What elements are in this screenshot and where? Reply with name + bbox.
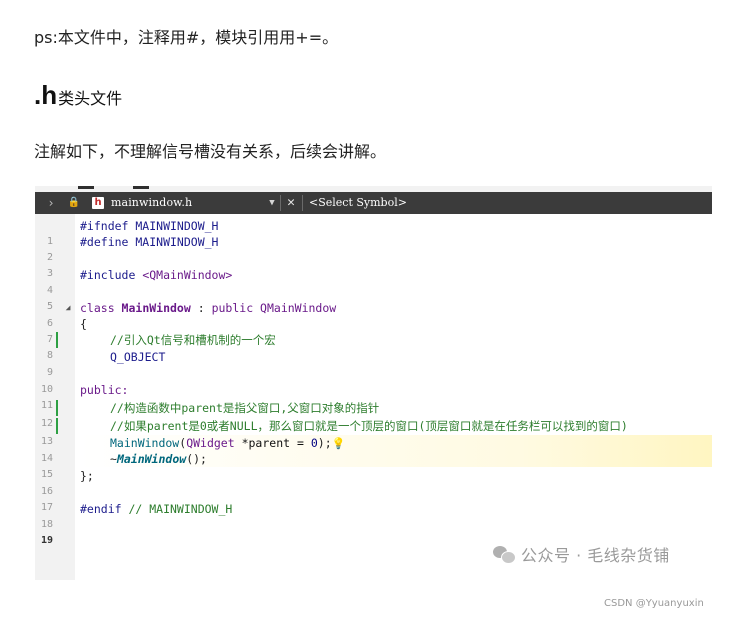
code-line: 19	[35, 517, 712, 546]
class-name: MainWindow	[121, 301, 191, 315]
symbol-select[interactable]: <Select Symbol>	[309, 192, 407, 214]
destructor-name: MainWindow	[116, 452, 187, 466]
code-line: 2 #define MAINWINDOW_H	[35, 234, 712, 263]
fold-toggle-icon[interactable]: ◢	[63, 300, 73, 316]
line-text: #define MAINWINDOW_H	[80, 235, 219, 249]
code-editor[interactable]: 1 #ifndef MAINWINDOW_H 2 #define MAINWIN…	[35, 214, 712, 580]
line-text: public:	[80, 383, 129, 397]
chevron-down-icon[interactable]: ▼	[266, 192, 278, 214]
line-text: MainWindow(QWidget *parent = 0);💡	[80, 435, 345, 452]
line-text: #include <QMainWindow>	[80, 267, 232, 283]
watermark-text: 公众号 · 毛线杂货铺	[521, 546, 670, 565]
code-line: 18 #endif // MAINWINDOW_H	[35, 501, 712, 530]
code-line: 6 ◢ class MainWindow : public QMainWindo…	[35, 300, 712, 329]
punctuation: );	[317, 436, 332, 450]
modified-marker	[56, 400, 58, 416]
line-number: 19	[40, 535, 53, 546]
keyword: public	[211, 301, 261, 315]
code-line: 14 MainWindow(QWidget *parent = 0);💡	[35, 435, 712, 464]
code-line: 15 ~MainWindow();	[35, 451, 712, 480]
toolbar-divider	[280, 195, 281, 211]
code-line: 1 #ifndef MAINWINDOW_H	[35, 218, 712, 247]
keyword: class	[80, 301, 122, 315]
code-line: 13 //如果parent是0或者NULL，那么窗口就是一个顶层的窗口(顶层窗口…	[35, 418, 712, 447]
line-text: //构造函数中parent是指父窗口,父窗口对象的指针	[110, 401, 380, 415]
watermark: 公众号 · 毛线杂货铺	[493, 542, 670, 566]
line-text: ~MainWindow();	[80, 451, 207, 467]
line-text: {	[80, 317, 87, 331]
close-icon[interactable]: ✕	[284, 192, 298, 214]
heading-text: 类头文件	[58, 89, 123, 108]
number-literal: 0	[310, 436, 318, 450]
lightbulb-icon[interactable]: 💡	[332, 437, 346, 450]
include-target: <QMainWindow>	[142, 268, 233, 282]
comment: // MAINWINDOW_H	[121, 502, 233, 516]
line-text: //如果parent是0或者NULL，那么窗口就是一个顶层的窗口(顶层窗口就是在…	[110, 419, 628, 433]
code-line: 9 Q_OBJECT	[35, 349, 712, 378]
note-paragraph: ps:本文件中，注释用#，模块引用用+=。	[34, 28, 339, 47]
code-line: 4 #include <QMainWindow>	[35, 267, 712, 296]
section-heading: .h 类头文件	[34, 82, 122, 109]
param-type: QWidget	[186, 436, 235, 450]
wechat-icon	[493, 545, 516, 564]
chevron-left-icon[interactable]: ›	[45, 192, 57, 214]
tilde: ~	[110, 452, 117, 466]
line-text: };	[80, 469, 94, 483]
code-line: 10	[35, 366, 712, 395]
line-text: //引入Qt信号和槽机制的一个宏	[110, 333, 276, 347]
line-text: class MainWindow : public QMainWindow	[80, 300, 336, 316]
code-screenshot: › 🔒 h mainwindow.h ▼ ✕ <Select Symbol> 1…	[35, 186, 712, 580]
heading-dot-h: .h	[34, 80, 58, 110]
explain-paragraph: 注解如下，不理解信号槽没有关系，后续会讲解。	[34, 142, 387, 161]
line-text: #endif // MAINWINDOW_H	[80, 501, 232, 517]
strip-notch	[78, 186, 94, 189]
code-line: 11 public:	[35, 382, 712, 411]
include-directive: #include	[80, 268, 143, 282]
line-text: Q_OBJECT	[110, 350, 166, 364]
param-text: *parent =	[234, 436, 311, 450]
code-line: 16 };	[35, 468, 712, 497]
article-page: ps:本文件中，注释用#，模块引用用+=。 .h 类头文件 注解如下，不理解信号…	[0, 0, 732, 620]
file-name-tab[interactable]: mainwindow.h	[111, 192, 192, 214]
line-text: #ifndef MAINWINDOW_H	[80, 219, 219, 233]
lock-icon[interactable]: 🔒	[68, 192, 80, 214]
editor-toolbar: › 🔒 h mainwindow.h ▼ ✕ <Select Symbol>	[35, 192, 712, 214]
code-line: 3	[35, 250, 712, 279]
punctuation: :	[190, 301, 212, 315]
strip-notch	[133, 186, 149, 189]
modified-marker	[56, 332, 58, 348]
code-line: 17	[35, 484, 712, 513]
constructor-name: MainWindow	[110, 436, 180, 450]
preprocessor: #endif	[80, 502, 122, 516]
code-line: 12 //构造函数中parent是指父窗口,父窗口对象的指针	[35, 400, 712, 429]
code-line: 5	[35, 283, 712, 312]
code-line: 7 {	[35, 316, 712, 345]
punctuation: ();	[186, 452, 207, 466]
modified-marker	[56, 418, 58, 434]
header-file-icon: h	[92, 197, 104, 209]
base-class: QMainWindow	[260, 301, 337, 315]
csdn-credit: CSDN @Yyuanyuxin	[604, 598, 704, 609]
code-line: 8 //引入Qt信号和槽机制的一个宏	[35, 332, 712, 361]
toolbar-divider	[302, 195, 303, 211]
